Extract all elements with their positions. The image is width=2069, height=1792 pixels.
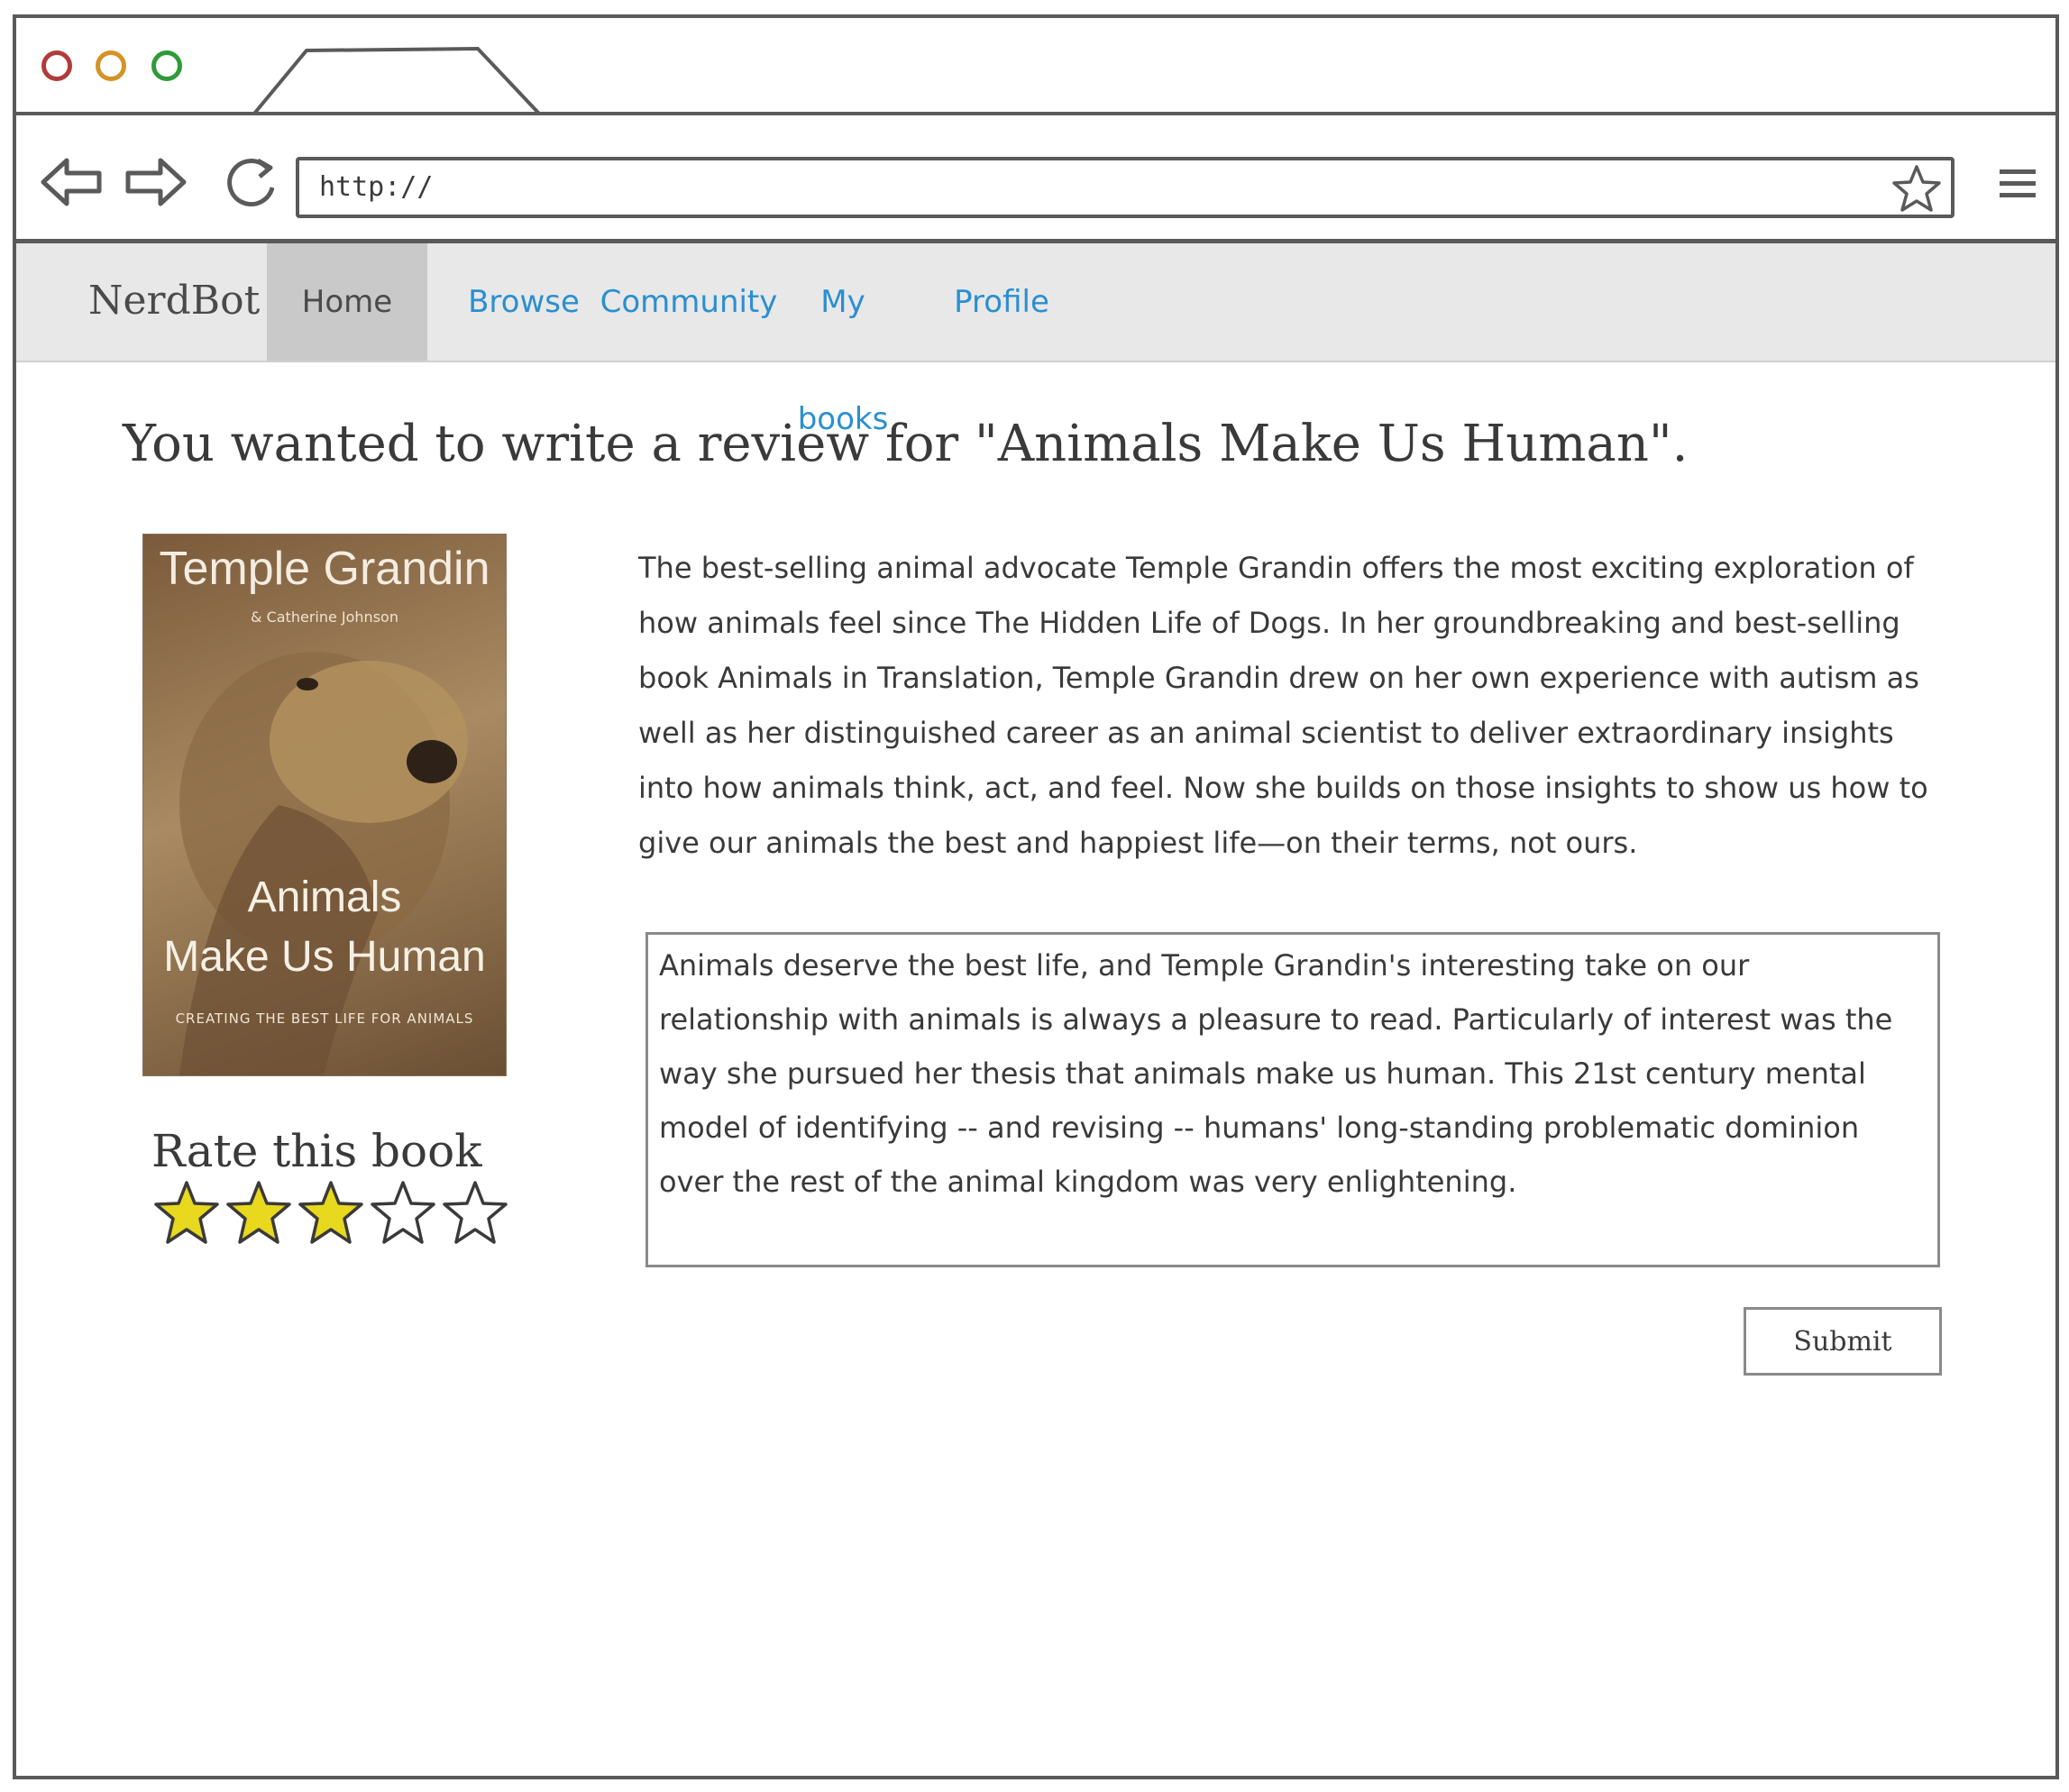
- tab-strip: [16, 18, 2055, 115]
- close-window-button[interactable]: [41, 50, 72, 81]
- submit-button[interactable]: Submit: [1744, 1307, 1942, 1376]
- cover-title: Animals Make Us Human: [143, 868, 506, 987]
- cover-author: Temple Grandin: [159, 543, 490, 595]
- back-arrow-icon[interactable]: [40, 155, 105, 209]
- hamburger-menu-icon[interactable]: [2000, 169, 2036, 202]
- cover-tagline: CREATING THE BEST LIFE FOR ANIMALS: [175, 1010, 474, 1027]
- review-textarea[interactable]: Animals deserve the best life, and Templ…: [645, 932, 1940, 1267]
- browser-window: http:// NerdBot Home Browse Community My…: [13, 14, 2059, 1779]
- empty-star-icon[interactable]: [368, 1179, 438, 1248]
- filled-star-icon[interactable]: [224, 1179, 294, 1248]
- nav-home[interactable]: Home: [267, 243, 427, 361]
- bookmark-star-icon[interactable]: [1891, 164, 1942, 213]
- nav-browse[interactable]: Browse: [456, 243, 591, 361]
- cover-title-line: Make Us Human: [163, 933, 486, 981]
- maximize-window-button[interactable]: [151, 50, 182, 81]
- app-navbar: NerdBot Home Browse Community My books P…: [16, 243, 2055, 437]
- cover-coauthor: & Catherine Johnson: [251, 608, 398, 626]
- filled-star-icon[interactable]: [296, 1179, 366, 1248]
- rating-label: Rate this book: [151, 1125, 482, 1177]
- filled-star-icon[interactable]: [151, 1179, 222, 1248]
- star-rating[interactable]: [151, 1179, 512, 1248]
- address-bar[interactable]: http://: [296, 157, 1955, 218]
- minimize-window-button[interactable]: [96, 50, 126, 81]
- book-description: The best-selling animal advocate Temple …: [638, 551, 1928, 860]
- book-cover-image: Temple Grandin & Catherine Johnson Anima…: [142, 534, 507, 1076]
- cover-title-line: Animals: [247, 873, 402, 921]
- nav-profile[interactable]: Profile: [934, 243, 1069, 361]
- brand-logo[interactable]: NerdBot: [88, 278, 260, 324]
- empty-star-icon[interactable]: [440, 1179, 510, 1248]
- browser-tab[interactable]: [252, 45, 541, 115]
- browser-toolbar: http://: [16, 115, 2055, 243]
- nav-my-books[interactable]: My books: [775, 243, 911, 437]
- forward-arrow-icon[interactable]: [123, 155, 188, 209]
- page-title: You wanted to write a review for "Animal…: [123, 415, 1689, 473]
- reload-icon[interactable]: [218, 155, 283, 209]
- nav-community[interactable]: Community: [591, 243, 786, 361]
- address-text: http://: [319, 171, 434, 203]
